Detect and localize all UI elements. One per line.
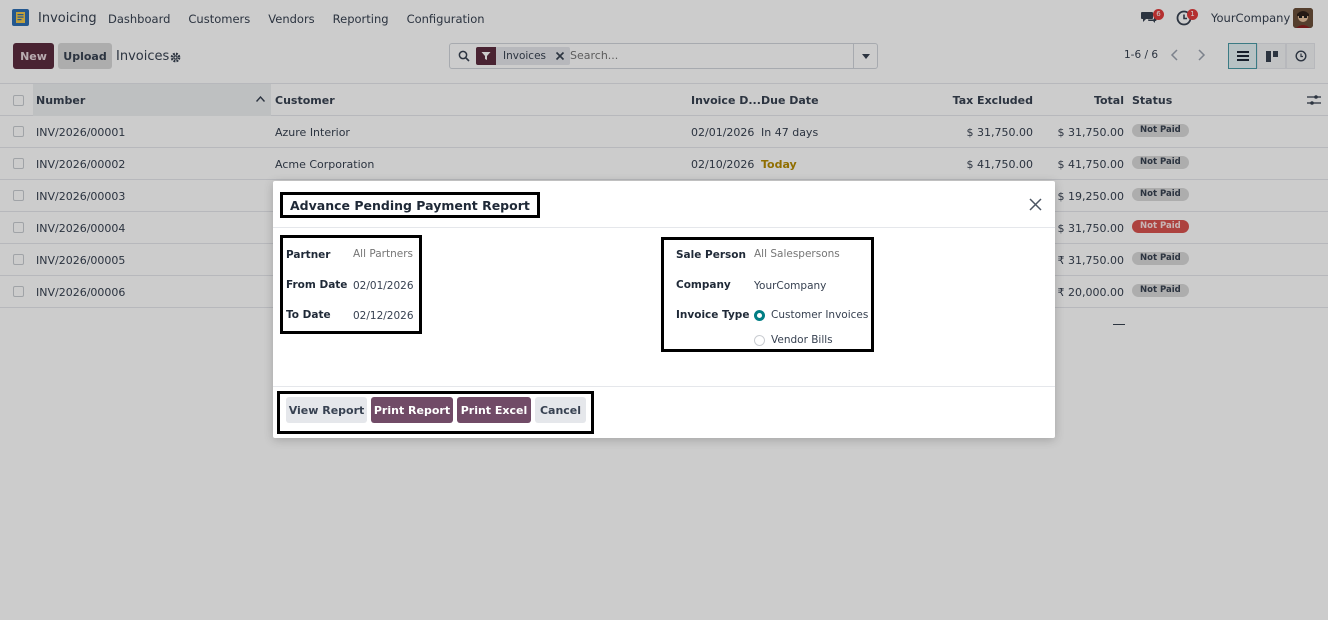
close-icon[interactable] bbox=[1029, 198, 1042, 211]
modal-title: Advance Pending Payment Report bbox=[290, 197, 530, 213]
radio-customer-invoices[interactable] bbox=[754, 310, 765, 321]
view-report-button[interactable]: View Report bbox=[286, 397, 367, 423]
radio-vendor-bills[interactable] bbox=[754, 335, 765, 346]
company-field[interactable]: YourCompany bbox=[754, 280, 826, 292]
invoice-type-label: Invoice Type bbox=[676, 309, 750, 321]
print-excel-button[interactable]: Print Excel bbox=[457, 397, 531, 423]
modal-footer: View Report Print Report Print Excel Can… bbox=[273, 386, 1055, 438]
to-date-label: To Date bbox=[286, 309, 331, 321]
to-date-field[interactable]: 02/12/2026 bbox=[353, 310, 414, 322]
report-wizard-dialog: Advance Pending Payment Report Partner F… bbox=[273, 181, 1055, 438]
sale-person-field[interactable] bbox=[754, 248, 866, 260]
cancel-button[interactable]: Cancel bbox=[535, 397, 586, 423]
partner-field[interactable] bbox=[353, 248, 417, 260]
partner-label: Partner bbox=[286, 249, 331, 261]
company-label: Company bbox=[676, 279, 731, 291]
from-date-label: From Date bbox=[286, 279, 348, 291]
title-highlight-box: Advance Pending Payment Report bbox=[280, 192, 540, 218]
radio-vendor-bills-label[interactable]: Vendor Bills bbox=[771, 334, 833, 346]
from-date-field[interactable]: 02/01/2026 bbox=[353, 280, 414, 292]
modal-header: Advance Pending Payment Report bbox=[273, 181, 1055, 228]
sale-person-label: Sale Person bbox=[676, 249, 746, 261]
radio-customer-invoices-label[interactable]: Customer Invoices bbox=[771, 309, 868, 321]
print-report-button[interactable]: Print Report bbox=[371, 397, 453, 423]
